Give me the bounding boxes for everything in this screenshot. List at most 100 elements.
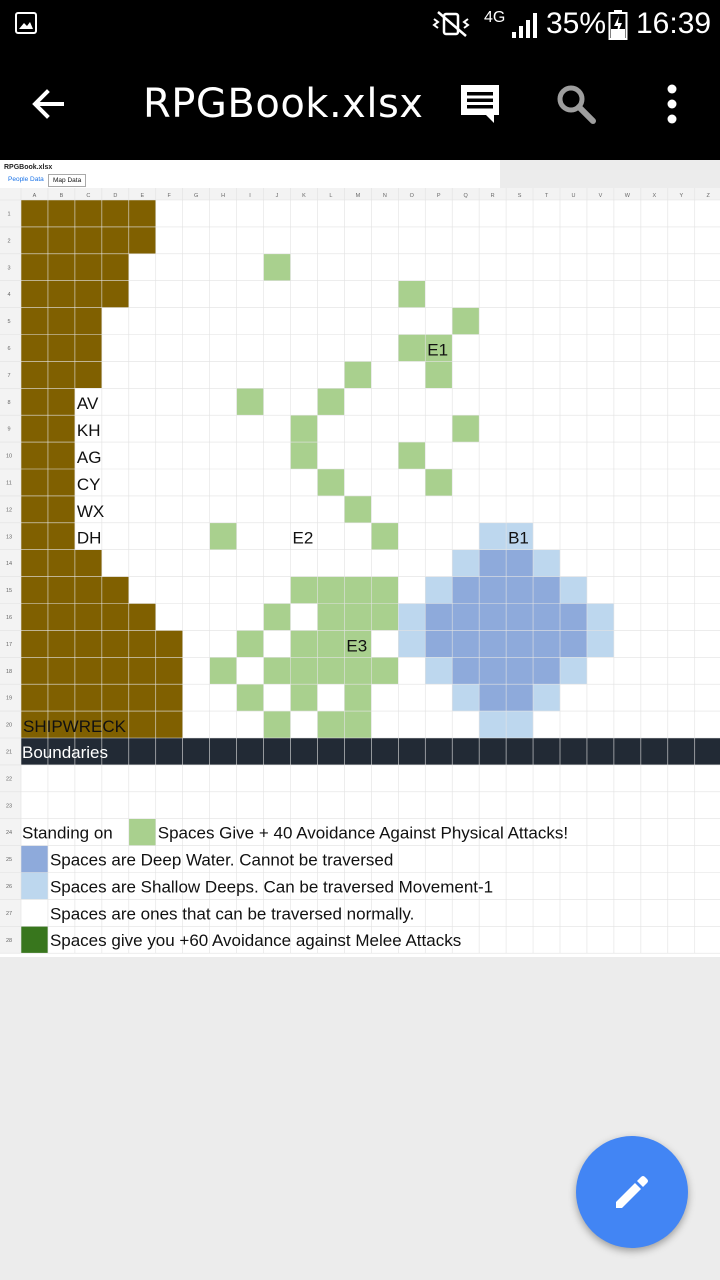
forest-cell [317, 576, 345, 604]
forest-cell [344, 576, 372, 604]
forest-cell [425, 469, 453, 496]
column-header-P: P [437, 193, 441, 199]
cell-label-e3: E3 [346, 636, 367, 655]
row-header-8: 8 [7, 400, 10, 406]
edit-pencil-icon [616, 1176, 648, 1208]
row-header-9: 9 [7, 427, 10, 433]
battery-percent: 35% [546, 7, 607, 40]
back-arrow-icon[interactable] [28, 84, 68, 124]
gallery-notification-icon [15, 12, 37, 34]
forest-cell [317, 603, 345, 631]
shallow-water-cell [560, 576, 587, 604]
column-header-A: A [33, 193, 37, 199]
shallow-water-cell [506, 711, 534, 738]
row-header-18: 18 [6, 669, 12, 675]
row-header-23: 23 [6, 803, 12, 809]
row-header-3: 3 [7, 265, 10, 271]
legend-text-shallow: Spaces are Shallow Deeps. Can be travers… [50, 877, 493, 896]
cell-label-dh: DH [77, 529, 102, 548]
deep-water-cell [479, 549, 507, 577]
column-header-M: M [356, 193, 361, 199]
column-header-C: C [86, 193, 90, 199]
vibrate-mute-icon [432, 11, 470, 37]
more-vert-icon[interactable] [658, 83, 686, 125]
sheet-header: RPGBook.xlsx People Data Map Data [0, 160, 500, 188]
forest-cell [371, 576, 399, 604]
legend-swatch-deep_water [21, 845, 48, 873]
cell-label-ag: AG [77, 448, 102, 467]
deep-water-cell [506, 657, 534, 685]
shallow-water-cell [560, 657, 587, 685]
column-header-V: V [599, 193, 603, 199]
forest-cell [290, 657, 318, 685]
signal-icon [512, 13, 537, 38]
row-header-26: 26 [6, 884, 12, 890]
deep-water-cell [560, 630, 587, 658]
column-header-B: B [60, 193, 64, 199]
land-cells-row-1 [21, 200, 156, 227]
deep-water-cell [560, 603, 587, 631]
land-cells-row-16 [21, 603, 156, 631]
deep-water-cell [479, 684, 507, 712]
cell-label-e1: E1 [427, 340, 448, 359]
deep-water-cell [506, 630, 534, 658]
deep-water-cell [479, 576, 507, 604]
column-header-Q: Q [464, 193, 469, 199]
forest-cell [371, 657, 399, 685]
forest-cell [344, 495, 372, 523]
shallow-water-cell [398, 603, 426, 631]
tab-map-data[interactable]: Map Data [48, 174, 87, 187]
deep-water-cell [452, 576, 480, 604]
row-header-28: 28 [6, 938, 12, 944]
cell-label-av: AV [77, 394, 99, 413]
tab-people-data[interactable]: People Data [4, 174, 48, 187]
forest-cell [398, 334, 426, 362]
deep-water-cell [533, 576, 560, 604]
deep-water-cell [479, 603, 507, 631]
row-header-14: 14 [6, 561, 12, 567]
deep-water-cell [506, 603, 534, 631]
battery-icon [608, 10, 628, 40]
forest-cell [452, 415, 480, 443]
shallow-water-cell [586, 630, 614, 658]
boundaries-band [21, 738, 720, 765]
grid-canvas[interactable]: A B C D E F G H I J K L M N O P Q R S T U V W X Y Z12345678910111… [0, 188, 720, 957]
forest-cell [236, 630, 264, 658]
land-cells-row-14 [21, 549, 102, 577]
deep-water-cell [506, 684, 534, 712]
forest-cell [317, 711, 345, 738]
clock: 16:39 [636, 7, 712, 40]
forest-cell [317, 630, 345, 658]
shallow-water-cell [452, 684, 480, 712]
row-header-27: 27 [6, 911, 12, 917]
cell-label-wx: WX [77, 502, 104, 521]
app-bar: RPGBook.xlsx [0, 50, 720, 160]
row-header-11: 11 [6, 480, 12, 486]
column-header-S: S [518, 193, 522, 199]
deep-water-cell [506, 549, 534, 577]
deep-water-cell [425, 603, 453, 631]
row-header-21: 21 [6, 749, 12, 755]
column-header-O: O [410, 193, 415, 199]
edit-fab-button[interactable] [576, 1136, 688, 1248]
deep-water-cell [452, 630, 480, 658]
legend-text-white: Spaces are ones that can be traversed no… [50, 904, 414, 923]
forest-cell [344, 361, 372, 389]
forest-cell [344, 603, 372, 631]
forest-cell [209, 522, 237, 550]
forest-cell [263, 657, 291, 685]
column-header-J: J [276, 193, 279, 199]
comment-icon[interactable] [458, 82, 502, 126]
legend-swatch-white [21, 899, 48, 927]
forest-cell [425, 361, 453, 389]
forest-cell [344, 657, 372, 685]
shallow-water-cell [398, 630, 426, 658]
shallow-water-cell [479, 711, 507, 738]
spreadsheet-grid[interactable]: A B C D E F G H I J K L M N O P Q R S T U V W X Y Z 1 2 3 4 5 6 7 8 9 10 11 1… [0, 188, 720, 957]
deep-water-cell [452, 657, 480, 685]
forest-cell [317, 469, 345, 496]
search-icon[interactable] [555, 83, 597, 125]
row-header-13: 13 [6, 534, 12, 540]
shallow-water-cell [533, 684, 560, 712]
column-header-W: W [625, 193, 631, 199]
